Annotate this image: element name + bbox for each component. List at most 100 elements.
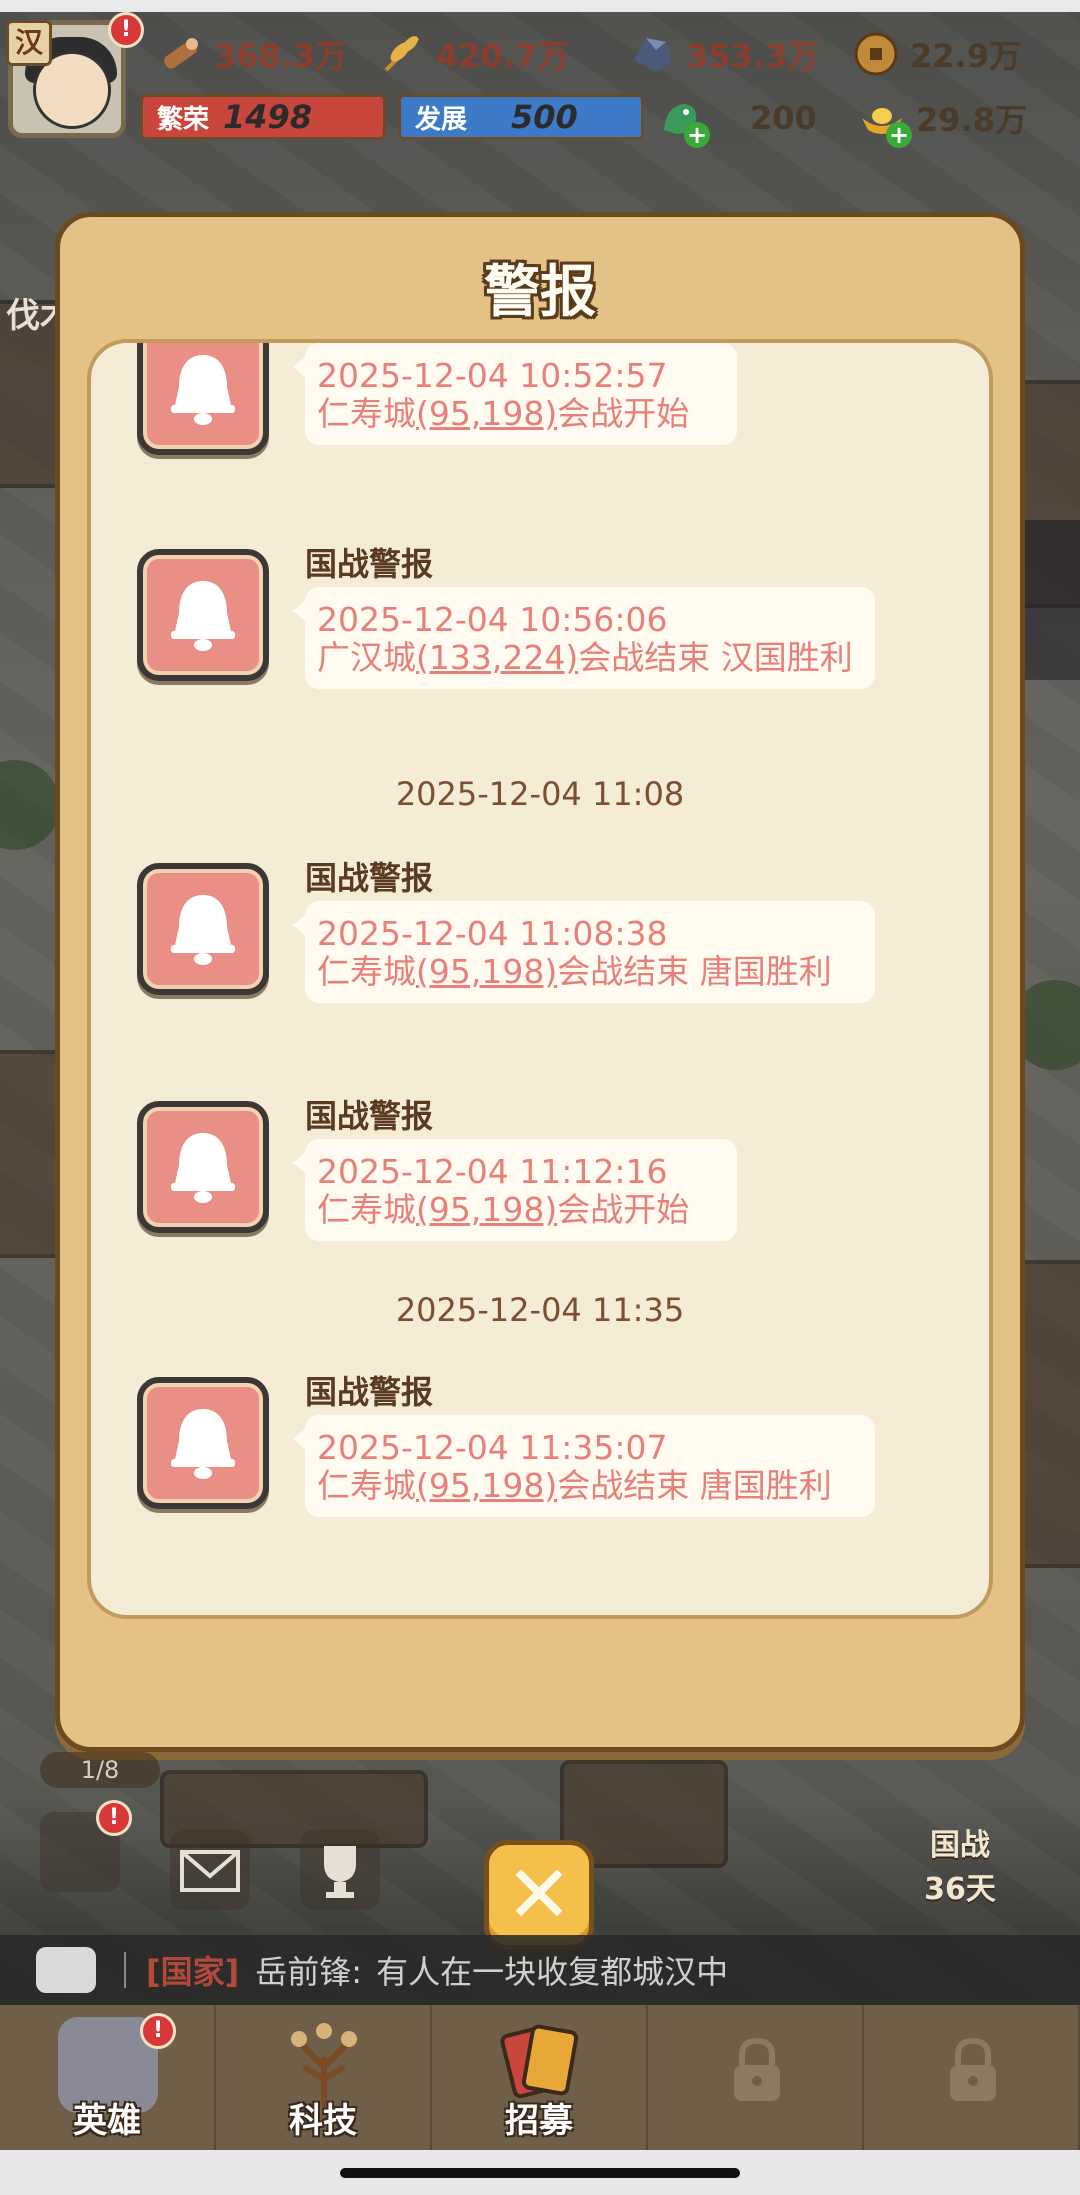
- chat-channel: [国家]: [146, 1953, 240, 1991]
- alert-bell-icon: [137, 1377, 269, 1509]
- prosperity-bar: 繁荣 1498: [140, 94, 386, 140]
- alert-message-list[interactable]: 2025-12-04 10:52:57 仁寿城(95,198)会战开始 国战警报…: [87, 339, 993, 1619]
- alert-bubble: 2025-12-04 11:12:16 仁寿城(95,198)会战开始: [293, 1139, 737, 1241]
- alert-bubble: 2025-12-04 11:35:07 仁寿城(95,198)会战结束 唐国胜利: [293, 1415, 875, 1517]
- resource-iron[interactable]: 353.3万: [628, 26, 819, 82]
- alert-text: 仁寿城(95,198)会战结束 唐国胜利: [317, 1467, 863, 1505]
- resource-gold[interactable]: 29.8万: [858, 90, 1027, 146]
- alert-bubble: 2025-12-04 11:08:38 仁寿城(95,198)会战结束 唐国胜利: [293, 901, 875, 1003]
- status-bar: [0, 0, 1080, 12]
- alert-bell-icon: [137, 343, 269, 455]
- city-coordinate-link[interactable]: (95,198): [416, 1190, 557, 1229]
- jade-value: 200: [750, 99, 817, 137]
- alert-timestamp: 2025-12-04 10:56:06: [317, 600, 668, 639]
- home-indicator-bar[interactable]: [340, 2168, 740, 2178]
- wood-value: 368.3万: [214, 37, 348, 75]
- nation-tag: 汉: [6, 20, 52, 66]
- alert-text: 仁寿城(95,198)会战开始: [317, 395, 725, 433]
- development-bar: 发展 500: [398, 94, 644, 140]
- add-gold-icon[interactable]: +: [886, 122, 912, 148]
- trophy-icon[interactable]: [300, 1830, 380, 1910]
- nav-locked-1[interactable]: [648, 2005, 864, 2150]
- add-jade-icon[interactable]: +: [684, 122, 710, 148]
- bottom-nav: ! 英雄 科技 招募: [0, 2005, 1080, 2150]
- city-coordinate-link[interactable]: (95,198): [416, 394, 557, 433]
- resource-wood[interactable]: 368.3万: [156, 26, 347, 82]
- bag-alert-icon: !: [96, 1800, 132, 1836]
- city-coordinate-link[interactable]: (95,198): [416, 952, 557, 991]
- chat-message: 有人在一块收复都城汉中: [376, 1953, 729, 1991]
- top-hud: 汉 ! 368.3万 420.7万 353.3万 22.9万 繁荣 1498 发…: [0, 12, 1080, 148]
- time-separator: 2025-12-04 11:08: [395, 775, 685, 813]
- prosperity-value: 1498: [223, 98, 313, 136]
- alert-result: 会战结束 汉国胜利: [578, 638, 853, 677]
- nav-recruit[interactable]: 招募: [432, 2005, 648, 2150]
- nation-war-badge[interactable]: 国战 36天: [880, 1770, 1040, 1907]
- alert-timestamp: 2025-12-04 11:35:07: [317, 1428, 668, 1467]
- alert-timestamp: 2025-12-04 10:52:57: [317, 356, 668, 395]
- resource-coin[interactable]: 22.9万: [852, 26, 1021, 82]
- iron-value: 353.3万: [686, 37, 820, 75]
- alert-sender: 国战警报: [305, 1373, 434, 1411]
- city-name: 广汉城: [317, 638, 416, 677]
- alert-text: 仁寿城(95,198)会战结束 唐国胜利: [317, 953, 863, 991]
- city-name: 仁寿城: [317, 952, 416, 991]
- alert-modal: 警报 2025-12-04 10:52:57 仁寿城(95,198)会战开始 国…: [55, 212, 1025, 1752]
- city-name: 仁寿城: [317, 394, 416, 433]
- alert-timestamp: 2025-12-04 11:08:38: [317, 914, 668, 953]
- lock-icon: [734, 2037, 780, 2101]
- city-name: 仁寿城: [317, 1466, 416, 1505]
- copper-coin-icon: [854, 32, 898, 76]
- nav-hero-label: 英雄: [73, 2101, 141, 2141]
- close-button[interactable]: ✕: [484, 1840, 594, 1950]
- city-name: 仁寿城: [317, 1190, 416, 1229]
- lock-icon: [950, 2037, 996, 2101]
- build-queue-progress[interactable]: 1/8: [40, 1752, 160, 1788]
- development-value: 500: [511, 98, 578, 136]
- alert-bubble: 2025-12-04 10:52:57 仁寿城(95,198)会战开始: [293, 343, 737, 445]
- alert-text: 仁寿城(95,198)会战开始: [317, 1191, 725, 1229]
- prosperity-label: 繁荣: [157, 104, 210, 135]
- alert-sender: 国战警报: [305, 545, 434, 583]
- alert-result: 会战开始: [557, 394, 690, 433]
- alert-bell-icon: [137, 863, 269, 995]
- avatar-alert-icon: !: [108, 12, 144, 48]
- grain-icon: [384, 36, 420, 72]
- hero-alert-icon: !: [140, 2013, 176, 2049]
- alert-text: 广汉城(133,224)会战结束 汉国胜利: [317, 639, 863, 677]
- city-coordinate-link[interactable]: (133,224): [416, 638, 578, 677]
- alert-bell-icon: [137, 1101, 269, 1233]
- alert-timestamp: 2025-12-04 11:12:16: [317, 1152, 668, 1191]
- coin-value: 22.9万: [910, 37, 1021, 75]
- nation-war-label: 国战: [930, 1828, 990, 1863]
- home-indicator: [0, 2150, 1080, 2195]
- chat-divider: [124, 1952, 126, 1988]
- nav-tech[interactable]: 科技: [216, 2005, 432, 2150]
- chat-sender: 岳前锋:: [255, 1953, 363, 1991]
- wood-icon: [164, 38, 198, 69]
- resource-jade[interactable]: 200: [656, 90, 817, 146]
- resource-grain[interactable]: 420.7万: [378, 26, 569, 82]
- alert-sender: 国战警报: [305, 1097, 434, 1135]
- close-icon: ✕: [505, 1848, 573, 1941]
- gold-value: 29.8万: [916, 101, 1027, 139]
- alert-bell-icon: [137, 549, 269, 681]
- nav-recruit-label: 招募: [505, 2101, 573, 2141]
- grain-value: 420.7万: [436, 37, 570, 75]
- alert-result: 会战开始: [557, 1190, 690, 1229]
- nation-war-days: 36天: [924, 1872, 996, 1907]
- alert-result: 会战结束 唐国胜利: [557, 1466, 832, 1505]
- alert-bubble: 2025-12-04 10:56:06 广汉城(133,224)会战结束 汉国胜…: [293, 587, 875, 689]
- nav-hero[interactable]: ! 英雄: [0, 2005, 216, 2150]
- time-separator: 2025-12-04 11:35: [395, 1291, 685, 1329]
- nav-tech-label: 科技: [289, 2101, 357, 2141]
- alert-result: 会战结束 唐国胜利: [557, 952, 832, 991]
- chat-bubble-icon[interactable]: [36, 1947, 96, 1993]
- chat-ticker[interactable]: [国家] 岳前锋: 有人在一块收复都城汉中: [0, 1935, 1080, 2005]
- development-label: 发展: [415, 104, 468, 135]
- city-coordinate-link[interactable]: (95,198): [416, 1466, 557, 1505]
- modal-title: 警报: [484, 260, 596, 325]
- mail-icon[interactable]: [170, 1830, 250, 1910]
- iron-ore-icon: [634, 38, 672, 72]
- nav-locked-2[interactable]: [864, 2005, 1080, 2150]
